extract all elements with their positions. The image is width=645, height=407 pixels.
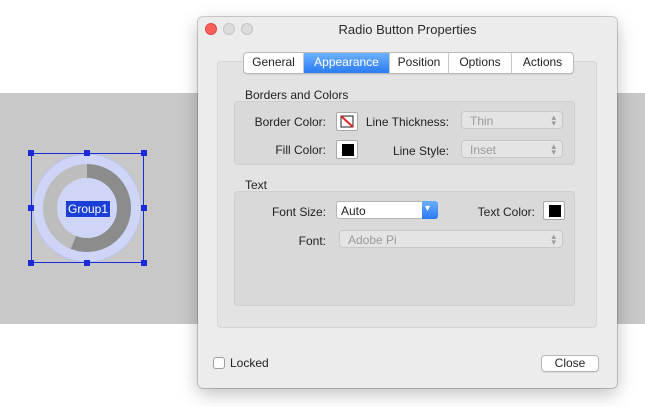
resize-handle-top-right[interactable] [141,150,147,156]
resize-handle-right[interactable] [141,205,147,211]
line-style-popup[interactable]: Inset ▴ ▾ [461,140,563,158]
line-style-label: Line Style: [392,144,449,158]
resize-handle-bottom[interactable] [84,260,90,266]
tab-position[interactable]: Position [390,53,449,73]
stepper-arrows-icon: ▴ ▾ [551,231,556,247]
text-color-swatch[interactable] [543,201,565,220]
font-popup[interactable]: Adobe Pi ▴ ▾ [339,230,563,248]
widget-name-label: Group1 [66,201,111,217]
radio-button-widget[interactable]: Group1 [28,150,147,266]
tab-content-panel: Borders and Colors Border Color: Line Th… [217,61,597,328]
radio-button-properties-dialog: Radio Button Properties Borders and Colo… [198,17,617,388]
tab-actions[interactable]: Actions [512,53,573,73]
resize-handle-top-left[interactable] [28,150,34,156]
stepper-arrows-icon: ▴ ▾ [551,141,556,157]
text-color-label: Text Color: [477,205,535,219]
close-button[interactable]: Close [541,355,599,372]
line-style-value: Inset [470,143,497,157]
tab-general[interactable]: General [244,53,304,73]
locked-checkbox[interactable] [213,357,225,369]
borders-colors-heading: Borders and Colors [245,88,349,102]
font-size-combo[interactable]: Auto ▾ [336,201,438,219]
font-size-label: Font Size: [271,205,326,219]
fill-color-label: Fill Color: [275,143,326,157]
tab-bar: General Appearance Position Options Acti… [243,52,574,74]
tab-appearance[interactable]: Appearance [304,53,390,73]
line-thickness-label: Line Thickness: [365,115,449,129]
tab-options[interactable]: Options [449,53,512,73]
resize-handle-bottom-right[interactable] [141,260,147,266]
font-label: Font: [298,234,326,248]
stepper-arrows-icon: ▴ ▾ [551,112,556,128]
window-title: Radio Button Properties [338,22,477,37]
text-color-chip [549,205,561,217]
text-heading: Text [245,178,268,192]
font-size-value: Auto [341,204,366,218]
locked-label: Locked [230,356,269,370]
resize-handle-bottom-left[interactable] [28,260,34,266]
border-color-label: Border Color: [254,115,326,129]
chevron-down-icon: ▾ [425,203,431,214]
resize-handle-left[interactable] [28,205,34,211]
title-bar[interactable]: Radio Button Properties [198,17,617,39]
font-value: Adobe Pi [348,233,397,247]
line-thickness-value: Thin [470,114,494,128]
font-size-dropdown-button[interactable]: ▾ [422,201,438,219]
line-thickness-popup[interactable]: Thin ▴ ▾ [461,111,563,129]
resize-handle-top[interactable] [84,150,90,156]
